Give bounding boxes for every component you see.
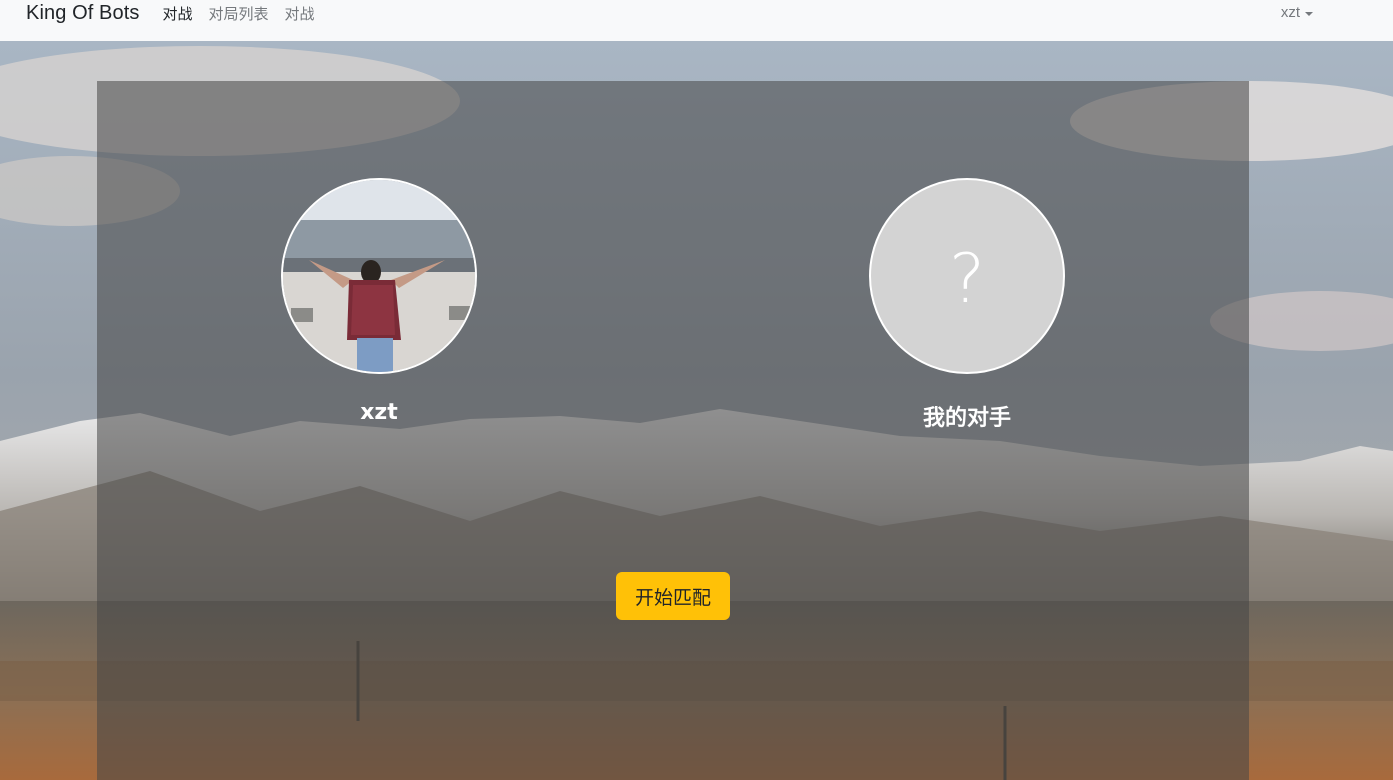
- caret-down-icon: [1305, 11, 1313, 16]
- start-match-button[interactable]: 开始匹配: [616, 572, 730, 620]
- navbar: King Of Bots 对战 对局列表 对战 xzt: [0, 0, 1393, 41]
- user-dropdown[interactable]: xzt: [1281, 4, 1313, 21]
- nav-links: 对战 对局列表 对战: [162, 3, 330, 24]
- my-avatar: [281, 178, 477, 374]
- user-dropdown-label: xzt: [1280, 4, 1300, 21]
- my-player: xzt: [281, 178, 477, 425]
- my-player-name: xzt: [360, 400, 398, 425]
- brand-logo[interactable]: King Of Bots: [26, 2, 139, 25]
- nav-link-record-list[interactable]: 对局列表: [209, 3, 269, 24]
- unknown-icon: ?: [948, 239, 986, 319]
- opponent-player-name: 我的对手: [922, 406, 1011, 431]
- match-card: xzt ? 我的对手 开始匹配: [97, 81, 1249, 780]
- opponent-player: ? 我的对手: [869, 178, 1065, 432]
- nav-link-ranklist[interactable]: 对战: [285, 3, 315, 24]
- nav-link-pk[interactable]: 对战: [162, 3, 192, 24]
- opponent-avatar: ?: [869, 178, 1065, 374]
